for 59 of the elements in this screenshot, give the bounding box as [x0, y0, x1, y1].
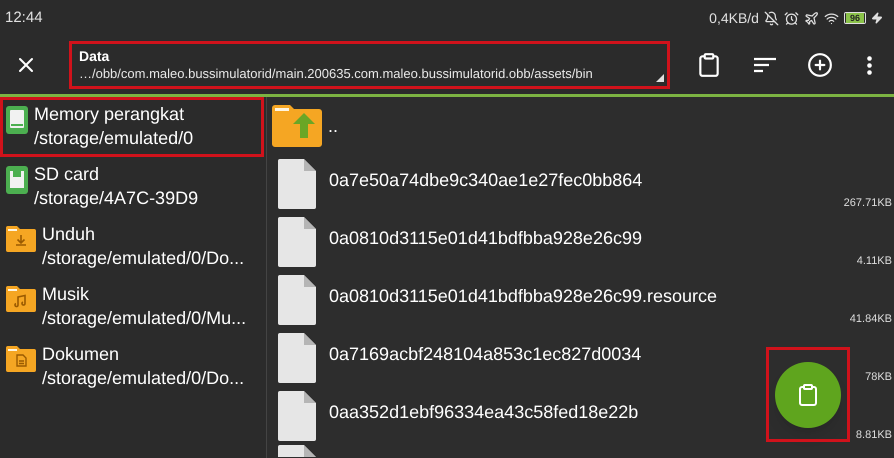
file-row[interactable]: 0a0810d3115e01d41bdfbba928e26c99 4.11KB	[267, 213, 894, 271]
network-speed: 0,4KB/d	[709, 8, 759, 28]
storage-item[interactable]: Dokumen /storage/emulated/0/Do...	[0, 337, 266, 397]
file-size: 4.11KB	[856, 254, 892, 268]
file-name: 0a0810d3115e01d41bdfbba928e26c99	[329, 226, 642, 250]
download-folder-icon	[6, 226, 36, 252]
parent-folder-label: ..	[328, 114, 338, 138]
music-folder-icon	[6, 286, 36, 312]
sd-card-icon	[6, 166, 28, 194]
airplane-icon	[804, 10, 819, 26]
parent-folder-row[interactable]: ..	[267, 97, 894, 155]
storage-name: Dokumen	[42, 343, 120, 366]
storage-item[interactable]: Memory perangkat /storage/emulated/0	[0, 97, 264, 157]
storage-path: /storage/emulated/0/Do...	[42, 247, 244, 270]
file-name: 0a0810d3115e01d41bdfbba928e26c99.resource	[329, 284, 718, 308]
file-row[interactable]: 0a7e50a74dbe9c340ae1e27fec0bb864 267.71KB	[267, 155, 894, 213]
storage-path: /storage/4A7C-39D9	[34, 187, 198, 210]
file-row[interactable]: 0a7169acbf248104a853c1ec827d0034 78KB	[267, 329, 894, 387]
file-size: 41.84KB	[850, 312, 892, 326]
storage-path: /storage/emulated/0	[34, 127, 194, 150]
sort-icon	[754, 57, 776, 73]
folder-path: …/obb/com.maleo.bussimulatorid/main.200635.com.maleo.bussimulatorid.obb/assets/bin	[78, 65, 593, 83]
storage-name: SD card	[34, 163, 100, 186]
file-icon	[278, 159, 316, 209]
status-time: 12:44	[5, 8, 43, 28]
battery-icon: 96	[844, 12, 866, 24]
storage-item[interactable]: Unduh /storage/emulated/0/Do...	[0, 217, 266, 277]
folder-title: Data	[78, 47, 110, 65]
storage-name: Unduh	[42, 223, 96, 246]
document-folder-icon	[6, 346, 36, 372]
file-icon	[278, 333, 316, 383]
up-folder-icon	[272, 105, 322, 147]
more-icon	[866, 56, 872, 74]
file-icon	[278, 391, 316, 441]
charging-icon	[871, 12, 883, 24]
alarm-icon	[784, 10, 799, 26]
phone-storage-icon	[6, 106, 28, 134]
storage-name: Musik	[42, 283, 90, 306]
wifi-icon	[824, 10, 839, 26]
file-name: 0a7e50a74dbe9c340ae1e27fec0bb864	[329, 168, 642, 192]
file-name: 0a7169acbf248104a853c1ec827d0034	[329, 342, 642, 366]
mute-icon	[764, 10, 779, 26]
file-icon	[278, 217, 316, 267]
add-icon	[807, 52, 834, 78]
corner-triangle-icon	[656, 74, 664, 82]
path-field[interactable]: Data …/obb/com.maleo.bussimulatorid/main.200635.com.maleo.bussimulatorid.obb/assets/bin	[68, 41, 670, 89]
storage-item[interactable]: Musik /storage/emulated/0/Mu...	[0, 277, 266, 337]
storage-name: Memory perangkat	[34, 103, 186, 126]
file-size: 78KB	[865, 370, 892, 384]
file-icon	[278, 275, 316, 325]
storage-item[interactable]: SD card /storage/4A7C-39D9	[0, 157, 266, 217]
file-size: 267.71KB	[844, 196, 892, 210]
file-size: 8.81KB	[856, 428, 892, 442]
file-row[interactable]: 0a0810d3115e01d41bdfbba928e26c99.resource 41.84KB	[267, 271, 894, 329]
storage-path: /storage/emulated/0/Do...	[42, 367, 244, 390]
storage-path: /storage/emulated/0/Mu...	[42, 307, 246, 330]
file-name: 0aa352d1ebf96334ea43c58fed18e22b	[329, 400, 638, 424]
clipboard-icon	[796, 382, 820, 406]
file-row[interactable]: 0aa352d1ebf96334ea43c58fed18e22b 8.81KB	[267, 387, 894, 445]
